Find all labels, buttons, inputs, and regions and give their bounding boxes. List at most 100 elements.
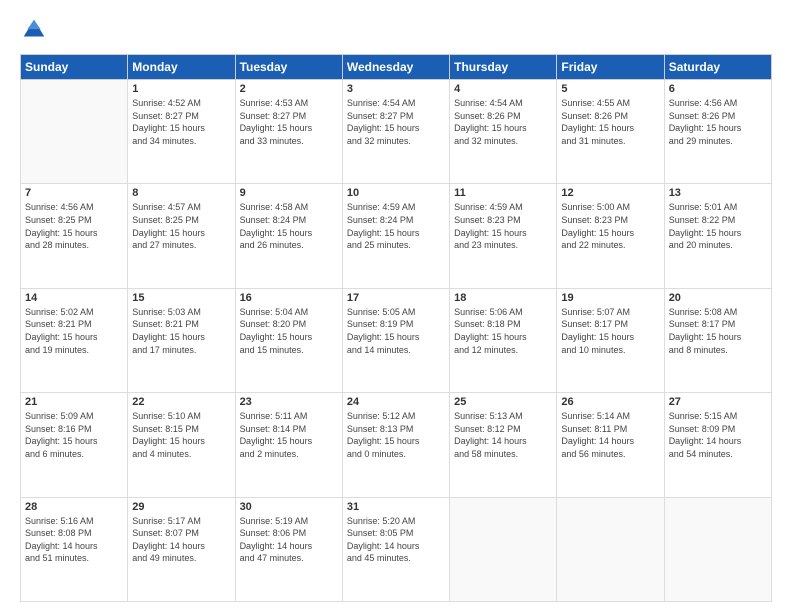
day-info: Sunrise: 4:55 AM Sunset: 8:26 PM Dayligh…	[561, 97, 659, 147]
day-number: 28	[25, 501, 123, 513]
day-info: Sunrise: 4:59 AM Sunset: 8:23 PM Dayligh…	[454, 201, 552, 251]
day-info: Sunrise: 5:20 AM Sunset: 8:05 PM Dayligh…	[347, 515, 445, 565]
day-number: 31	[347, 501, 445, 513]
calendar-cell: 21 Sunrise: 5:09 AM Sunset: 8:16 PM Dayli…	[21, 393, 128, 497]
day-info: Sunrise: 5:05 AM Sunset: 8:19 PM Dayligh…	[347, 306, 445, 356]
day-number: 18	[454, 292, 552, 304]
day-number: 23	[240, 396, 338, 408]
logo-icon	[20, 16, 48, 44]
day-info: Sunrise: 5:12 AM Sunset: 8:13 PM Dayligh…	[347, 410, 445, 460]
calendar-cell	[664, 497, 771, 601]
day-info: Sunrise: 5:03 AM Sunset: 8:21 PM Dayligh…	[132, 306, 230, 356]
day-info: Sunrise: 5:06 AM Sunset: 8:18 PM Dayligh…	[454, 306, 552, 356]
day-of-week-header: Friday	[557, 55, 664, 80]
day-number: 17	[347, 292, 445, 304]
day-number: 11	[454, 187, 552, 199]
day-of-week-header: Monday	[128, 55, 235, 80]
calendar-week-row: 21 Sunrise: 5:09 AM Sunset: 8:16 PM Dayli…	[21, 393, 772, 497]
calendar-cell: 27 Sunrise: 5:15 AM Sunset: 8:09 PM Dayli…	[664, 393, 771, 497]
calendar-cell: 15Sunrise: 5:03 AM Sunset: 8:21 PM Dayli…	[128, 288, 235, 392]
day-number: 24	[347, 396, 445, 408]
calendar-cell	[21, 80, 128, 184]
calendar-cell: 8Sunrise: 4:57 AM Sunset: 8:25 PM Daylig…	[128, 184, 235, 288]
day-info: Sunrise: 5:10 AM Sunset: 8:15 PM Dayligh…	[132, 410, 230, 460]
day-info: Sunrise: 4:53 AM Sunset: 8:27 PM Dayligh…	[240, 97, 338, 147]
day-info: Sunrise: 4:54 AM Sunset: 8:27 PM Dayligh…	[347, 97, 445, 147]
calendar-cell: 28 Sunrise: 5:16 AM Sunset: 8:08 PM Dayli…	[21, 497, 128, 601]
day-of-week-header: Sunday	[21, 55, 128, 80]
day-number: 3	[347, 83, 445, 95]
day-number: 10	[347, 187, 445, 199]
calendar-cell	[557, 497, 664, 601]
calendar-cell: 24 Sunrise: 5:12 AM Sunset: 8:13 PM Dayli…	[342, 393, 449, 497]
day-number: 5	[561, 83, 659, 95]
day-info: Sunrise: 4:52 AM Sunset: 8:27 PM Dayligh…	[132, 97, 230, 147]
calendar-cell: 30 Sunrise: 5:19 AM Sunset: 8:06 PM Dayli…	[235, 497, 342, 601]
day-info: Sunrise: 4:56 AM Sunset: 8:26 PM Dayligh…	[669, 97, 767, 147]
day-number: 25	[454, 396, 552, 408]
day-of-week-header: Thursday	[450, 55, 557, 80]
calendar-cell: 25Sunrise: 5:13 AM Sunset: 8:12 PM Dayli…	[450, 393, 557, 497]
day-info: Sunrise: 5:07 AM Sunset: 8:17 PM Dayligh…	[561, 306, 659, 356]
calendar-week-row: 28 Sunrise: 5:16 AM Sunset: 8:08 PM Dayli…	[21, 497, 772, 601]
day-number: 8	[132, 187, 230, 199]
day-number: 6	[669, 83, 767, 95]
calendar-cell: 13 Sunrise: 5:01 AM Sunset: 8:22 PM Dayli…	[664, 184, 771, 288]
calendar-cell: 14 Sunrise: 5:02 AM Sunset: 8:21 PM Dayli…	[21, 288, 128, 392]
calendar-cell: 23 Sunrise: 5:11 AM Sunset: 8:14 PM Dayli…	[235, 393, 342, 497]
day-info: Sunrise: 5:17 AM Sunset: 8:07 PM Dayligh…	[132, 515, 230, 565]
calendar-cell: 11 Sunrise: 4:59 AM Sunset: 8:23 PM Dayli…	[450, 184, 557, 288]
calendar-cell	[450, 497, 557, 601]
day-number: 30	[240, 501, 338, 513]
day-of-week-header: Saturday	[664, 55, 771, 80]
calendar-cell: 5 Sunrise: 4:55 AM Sunset: 8:26 PM Daylig…	[557, 80, 664, 184]
day-info: Sunrise: 4:59 AM Sunset: 8:24 PM Dayligh…	[347, 201, 445, 251]
day-info: Sunrise: 5:16 AM Sunset: 8:08 PM Dayligh…	[25, 515, 123, 565]
day-info: Sunrise: 5:19 AM Sunset: 8:06 PM Dayligh…	[240, 515, 338, 565]
calendar-cell: 4 Sunrise: 4:54 AM Sunset: 8:26 PM Daylig…	[450, 80, 557, 184]
calendar-cell: 16 Sunrise: 5:04 AM Sunset: 8:20 PM Dayli…	[235, 288, 342, 392]
calendar-week-row: 14 Sunrise: 5:02 AM Sunset: 8:21 PM Dayli…	[21, 288, 772, 392]
calendar-cell: 26Sunrise: 5:14 AM Sunset: 8:11 PM Dayli…	[557, 393, 664, 497]
day-number: 27	[669, 396, 767, 408]
day-number: 21	[25, 396, 123, 408]
day-number: 29	[132, 501, 230, 513]
day-info: Sunrise: 4:56 AM Sunset: 8:25 PM Dayligh…	[25, 201, 123, 251]
day-number: 12	[561, 187, 659, 199]
day-info: Sunrise: 4:58 AM Sunset: 8:24 PM Dayligh…	[240, 201, 338, 251]
calendar-cell: 17 Sunrise: 5:05 AM Sunset: 8:19 PM Dayli…	[342, 288, 449, 392]
logo	[20, 16, 52, 44]
calendar-week-row: 1 Sunrise: 4:52 AM Sunset: 8:27 PM Daylig…	[21, 80, 772, 184]
day-number: 22	[132, 396, 230, 408]
day-info: Sunrise: 5:02 AM Sunset: 8:21 PM Dayligh…	[25, 306, 123, 356]
day-info: Sunrise: 5:14 AM Sunset: 8:11 PM Dayligh…	[561, 410, 659, 460]
day-number: 9	[240, 187, 338, 199]
day-number: 20	[669, 292, 767, 304]
day-of-week-header: Tuesday	[235, 55, 342, 80]
page: SundayMondayTuesdayWednesdayThursdayFrid…	[0, 0, 792, 612]
day-number: 2	[240, 83, 338, 95]
calendar-cell: 9 Sunrise: 4:58 AM Sunset: 8:24 PM Daylig…	[235, 184, 342, 288]
day-info: Sunrise: 5:09 AM Sunset: 8:16 PM Dayligh…	[25, 410, 123, 460]
day-info: Sunrise: 5:15 AM Sunset: 8:09 PM Dayligh…	[669, 410, 767, 460]
header	[20, 16, 772, 44]
day-number: 1	[132, 83, 230, 95]
day-number: 4	[454, 83, 552, 95]
calendar-cell: 1 Sunrise: 4:52 AM Sunset: 8:27 PM Daylig…	[128, 80, 235, 184]
calendar-cell: 22 Sunrise: 5:10 AM Sunset: 8:15 PM Dayli…	[128, 393, 235, 497]
day-number: 13	[669, 187, 767, 199]
calendar-cell: 19Sunrise: 5:07 AM Sunset: 8:17 PM Dayli…	[557, 288, 664, 392]
day-info: Sunrise: 5:04 AM Sunset: 8:20 PM Dayligh…	[240, 306, 338, 356]
calendar: SundayMondayTuesdayWednesdayThursdayFrid…	[20, 54, 772, 602]
day-info: Sunrise: 5:00 AM Sunset: 8:23 PM Dayligh…	[561, 201, 659, 251]
calendar-cell: 3 Sunrise: 4:54 AM Sunset: 8:27 PM Daylig…	[342, 80, 449, 184]
calendar-cell: 12 Sunrise: 5:00 AM Sunset: 8:23 PM Dayli…	[557, 184, 664, 288]
day-info: Sunrise: 5:01 AM Sunset: 8:22 PM Dayligh…	[669, 201, 767, 251]
calendar-cell: 31 Sunrise: 5:20 AM Sunset: 8:05 PM Dayli…	[342, 497, 449, 601]
calendar-cell: 7Sunrise: 4:56 AM Sunset: 8:25 PM Daylig…	[21, 184, 128, 288]
calendar-week-row: 7Sunrise: 4:56 AM Sunset: 8:25 PM Daylig…	[21, 184, 772, 288]
day-number: 14	[25, 292, 123, 304]
day-info: Sunrise: 5:11 AM Sunset: 8:14 PM Dayligh…	[240, 410, 338, 460]
day-number: 16	[240, 292, 338, 304]
day-info: Sunrise: 4:54 AM Sunset: 8:26 PM Dayligh…	[454, 97, 552, 147]
